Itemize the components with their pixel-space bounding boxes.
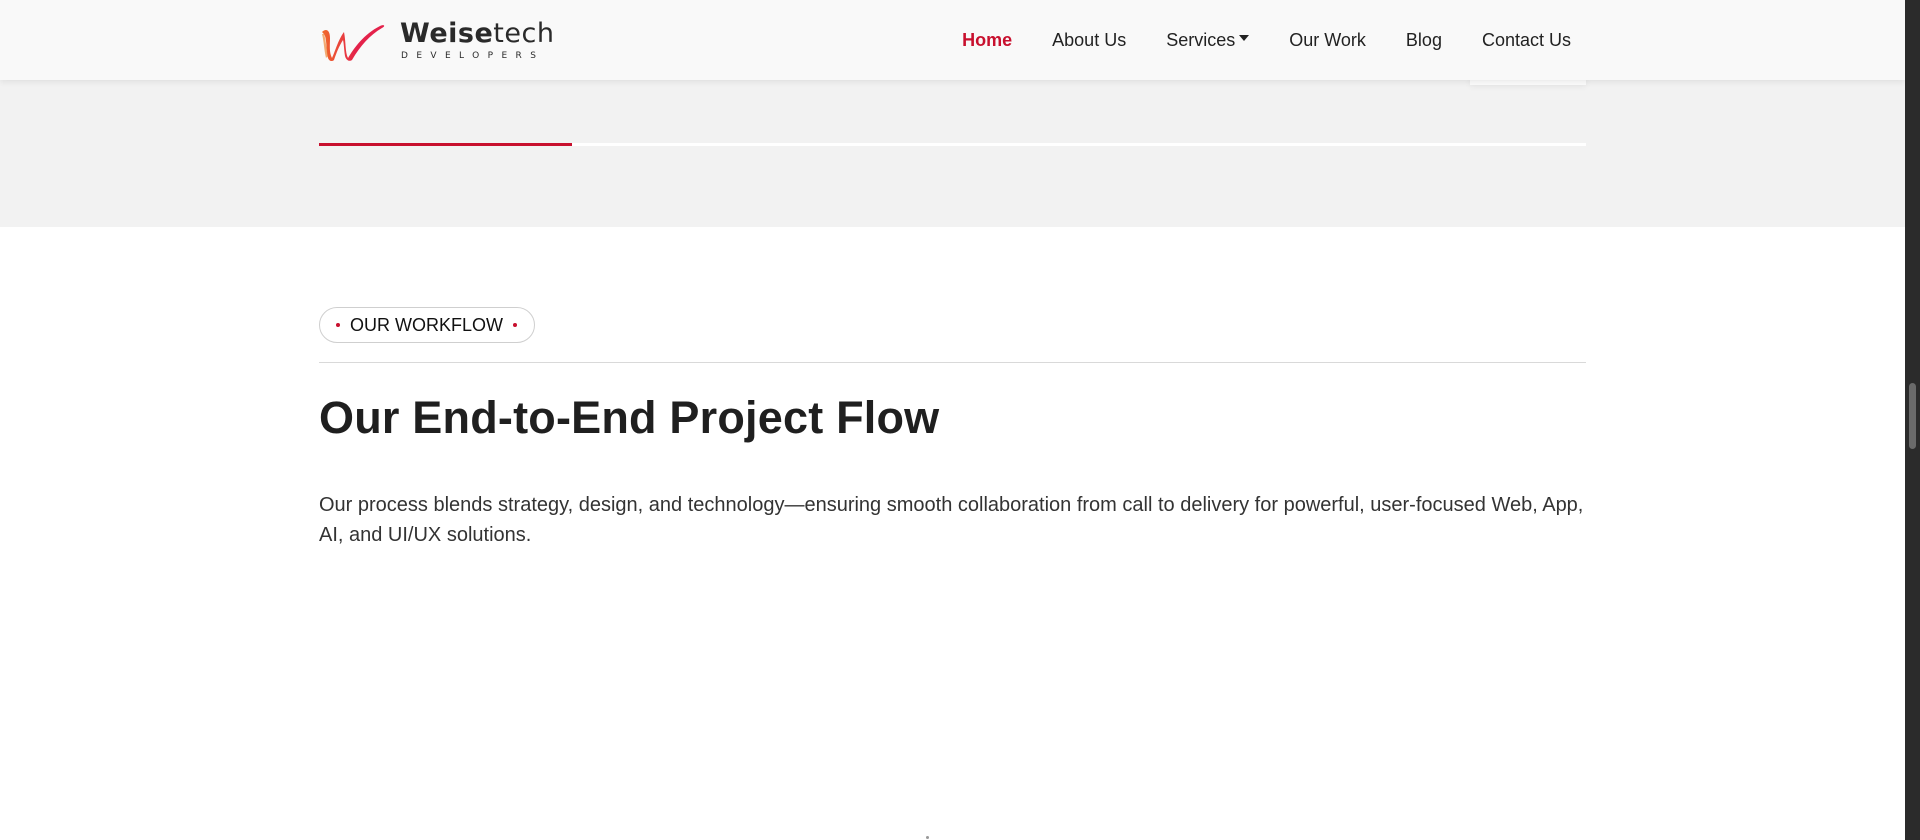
dot-icon: [336, 323, 340, 327]
nav-blog[interactable]: Blog: [1406, 30, 1442, 51]
section-title: Our End-to-End Project Flow: [319, 392, 940, 443]
nav-services-label: Services: [1166, 29, 1236, 50]
weisetech-w-logo-icon: [322, 25, 385, 62]
nav-our-work[interactable]: Our Work: [1289, 30, 1366, 51]
workflow-badge-label: OUR WORKFLOW: [350, 314, 503, 335]
nav-services[interactable]: Services: [1166, 29, 1250, 51]
page-viewport: Weisetech DEVELOPERS Home About Us Servi…: [0, 0, 1905, 840]
dot-icon: [513, 323, 517, 327]
slider-progress-fill: [319, 143, 573, 146]
logo-wordmark-bold: Weise: [400, 17, 494, 49]
logo-wordmark-light: tech: [493, 17, 555, 49]
nav-about-us[interactable]: About Us: [1052, 30, 1126, 51]
site-header: Weisetech DEVELOPERS Home About Us Servi…: [0, 0, 1905, 80]
logo-tagline: DEVELOPERS: [401, 50, 545, 61]
site-logo[interactable]: Weisetech DEVELOPERS: [320, 18, 554, 62]
logo-wordmark: Weisetech: [400, 20, 554, 47]
page-scrollbar[interactable]: [1905, 0, 1920, 840]
nav-contact-us[interactable]: Contact Us: [1482, 30, 1571, 51]
slider-progress-track: [319, 143, 1586, 146]
nav-home[interactable]: Home: [962, 30, 1012, 51]
decorative-dot: [926, 836, 929, 839]
section-divider: [319, 362, 1586, 363]
main-nav: Home About Us Services Our Work Blog Con…: [922, 0, 1571, 80]
caret-down-icon: [1239, 35, 1250, 41]
scrollbar-thumb[interactable]: [1909, 383, 1916, 449]
workflow-badge: OUR WORKFLOW: [319, 307, 535, 343]
section-description: Our process blends strategy, design, and…: [319, 494, 1584, 546]
